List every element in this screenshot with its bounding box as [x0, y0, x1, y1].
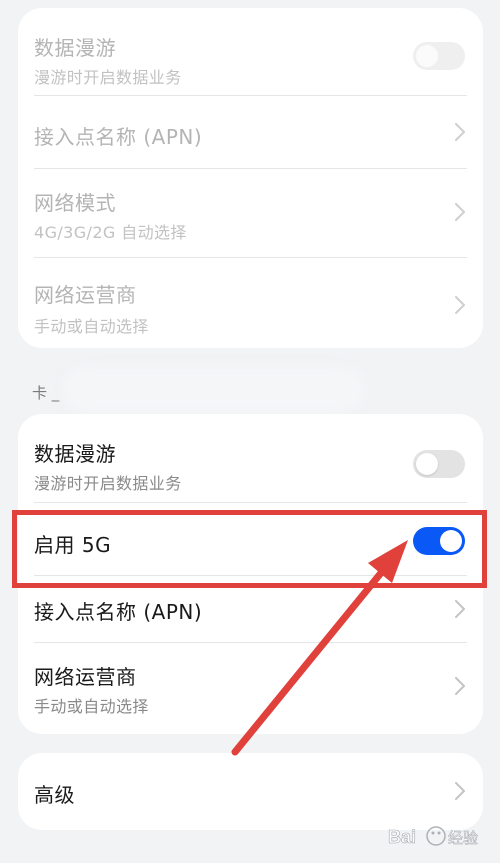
sim2-data-roaming-toggle[interactable] [413, 450, 465, 478]
redaction-overlay [64, 368, 364, 412]
sim2-network-operator-row[interactable]: 网络运营商 手动或自动选择 [18, 643, 483, 734]
sim1-data-roaming-subtitle: 漫游时开启数据业务 [34, 68, 182, 87]
chevron-right-icon [455, 677, 465, 695]
sim2-enable-5g-row[interactable]: 启用 5G [18, 503, 483, 575]
sim2-network-operator-title: 网络运营商 [34, 665, 137, 689]
sim2-data-roaming-row[interactable]: 数据漫游 漫游时开启数据业务 [18, 414, 483, 502]
sim1-data-roaming-row[interactable]: 数据漫游 漫游时开启数据业务 [18, 8, 483, 95]
sim2-apn-row[interactable]: 接入点名称 (APN) [18, 576, 483, 642]
sim2-enable-5g-toggle[interactable] [413, 527, 465, 555]
advanced-title: 高级 [34, 783, 75, 807]
toggle-knob [416, 453, 438, 475]
sim2-data-roaming-title: 数据漫游 [34, 442, 116, 466]
toggle-knob [440, 530, 462, 552]
toggle-knob [416, 45, 438, 67]
sim1-settings-card: 数据漫游 漫游时开启数据业务 接入点名称 (APN) 网络模式 4G/3G/2G… [18, 8, 483, 348]
sim1-network-operator-title: 网络运营商 [34, 283, 137, 307]
svg-text:Bai: Bai [388, 827, 416, 847]
sim1-network-mode-title: 网络模式 [34, 191, 116, 215]
sim1-apn-row[interactable]: 接入点名称 (APN) [18, 96, 483, 168]
chevron-right-icon [455, 296, 465, 314]
sim2-data-roaming-subtitle: 漫游时开启数据业务 [34, 474, 182, 493]
sim1-data-roaming-title: 数据漫游 [34, 36, 116, 60]
advanced-row[interactable]: 高级 [18, 753, 483, 830]
sim1-apn-title: 接入点名称 (APN) [34, 125, 203, 149]
sim1-network-operator-subtitle: 手动或自动选择 [34, 317, 149, 336]
chevron-right-icon [455, 600, 465, 618]
chevron-right-icon [455, 203, 465, 221]
sim1-network-mode-row[interactable]: 网络模式 4G/3G/2G 自动选择 [18, 169, 483, 257]
sim1-network-mode-subtitle: 4G/3G/2G 自动选择 [34, 223, 187, 242]
chevron-right-icon [455, 782, 465, 800]
sim2-settings-card: 数据漫游 漫游时开启数据业务 启用 5G 接入点名称 (APN) 网络运营商 手… [18, 414, 483, 734]
sim1-data-roaming-toggle[interactable] [413, 42, 465, 70]
sim2-enable-5g-title: 启用 5G [34, 533, 112, 557]
chevron-right-icon [455, 123, 465, 141]
sim1-network-operator-row[interactable]: 网络运营商 手动或自动选择 [18, 258, 483, 348]
svg-text:经验: 经验 [448, 829, 478, 847]
sim2-network-operator-subtitle: 手动或自动选择 [34, 697, 149, 716]
sim2-section-label: 卡 _ [32, 384, 60, 402]
sim2-apn-title: 接入点名称 (APN) [34, 600, 203, 624]
